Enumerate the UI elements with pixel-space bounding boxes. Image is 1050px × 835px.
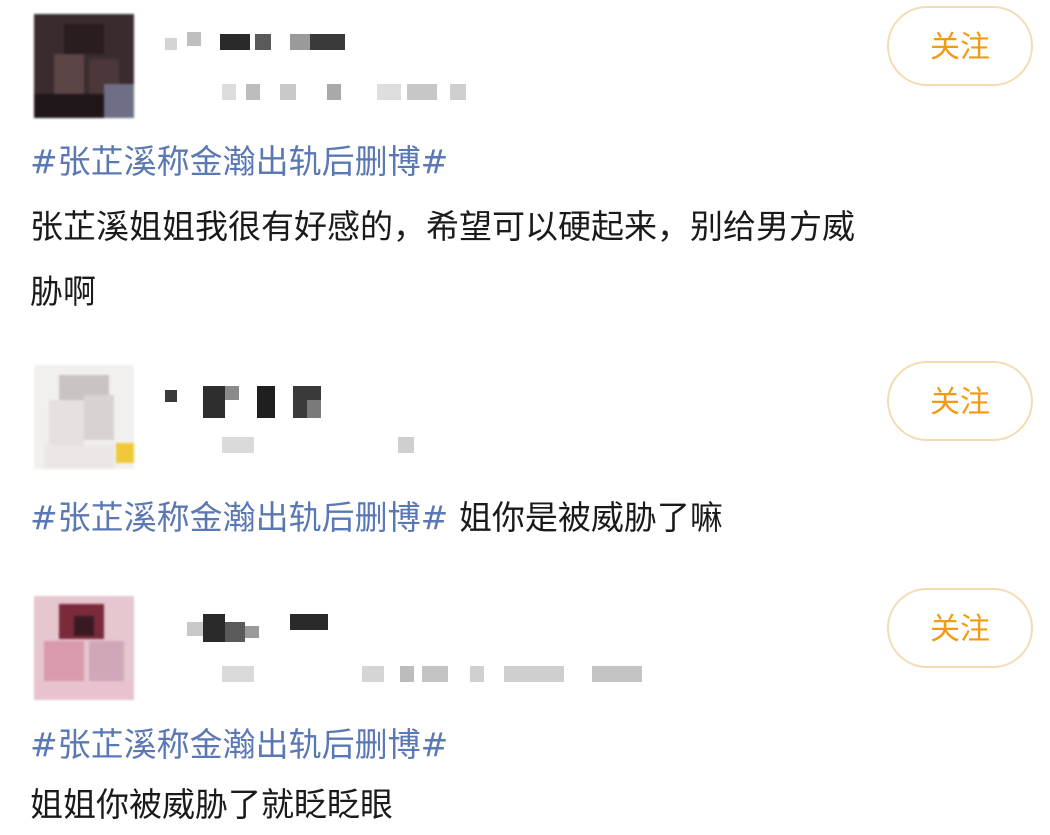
username-obscured[interactable] xyxy=(165,384,345,418)
hashtag-link[interactable]: #张芷溪称金瀚出轨后删博# xyxy=(30,498,448,537)
post-meta-obscured xyxy=(222,84,472,104)
comment-text-line: 张芷溪姐姐我很有好感的，希望可以硬起来，别给男方威 xyxy=(30,207,855,246)
follow-button[interactable]: 关注 xyxy=(887,6,1033,86)
hashtag-link[interactable]: #张芷溪称金瀚出轨后删博# xyxy=(30,725,448,765)
avatar[interactable] xyxy=(34,365,134,469)
username-obscured[interactable] xyxy=(165,612,345,646)
post-meta-obscured xyxy=(222,437,422,457)
comment-text-line: 姐姐你被威胁了就眨眨眼 xyxy=(30,785,393,824)
comment-text-line: 胁啊 xyxy=(30,272,96,311)
username-obscured[interactable] xyxy=(165,30,345,52)
post-meta-obscured xyxy=(222,666,652,686)
follow-button[interactable]: 关注 xyxy=(887,361,1033,441)
hashtag-link[interactable]: #张芷溪称金瀚出轨后删博# xyxy=(30,142,448,182)
follow-button[interactable]: 关注 xyxy=(887,588,1033,668)
comment-text: 姐你是被威胁了嘛 xyxy=(458,498,723,537)
avatar[interactable] xyxy=(34,596,134,700)
avatar[interactable] xyxy=(34,14,134,118)
comment-text-line: #张芷溪称金瀚出轨后删博# 姐你是被威胁了嘛 xyxy=(30,498,723,538)
